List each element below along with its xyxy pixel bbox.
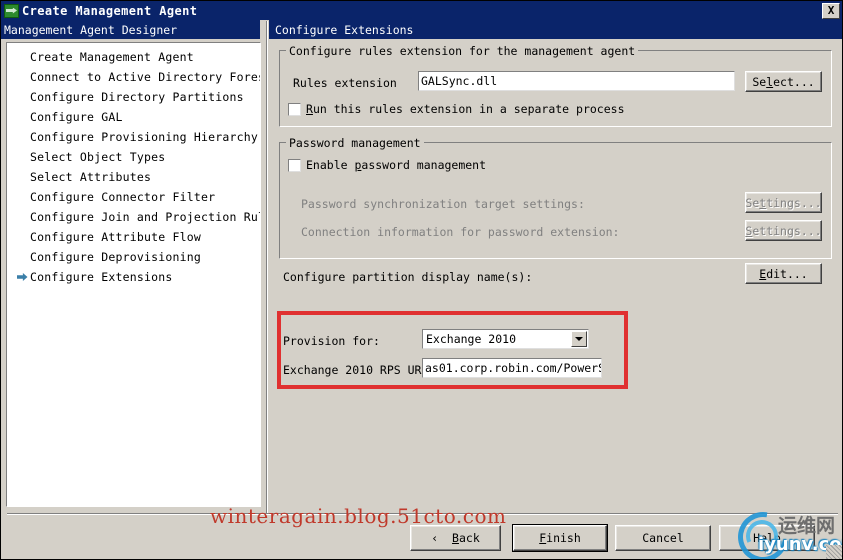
wizard-step-label: Configure Directory Partitions	[30, 90, 244, 104]
rules-extension-input[interactable]: GALSync.dll	[418, 71, 735, 91]
provision-for-select[interactable]: Exchange 2010	[422, 329, 589, 349]
finish-button[interactable]: Finish	[512, 524, 608, 552]
partition-display-name-label: Configure partition display name(s):	[283, 270, 533, 284]
wizard-step-label: Configure Join and Projection Rules	[30, 210, 261, 224]
wizard-step-label: Connect to Active Directory Forest	[30, 70, 261, 84]
enable-password-management-checkbox-row[interactable]: Enable password management	[288, 158, 486, 172]
back-button-label: ‹ Back	[431, 531, 480, 545]
run-separate-process-checkbox-row[interactable]: Run this rules extension in a separate p…	[288, 102, 625, 116]
create-management-agent-dialog: Create Management Agent X Management Age…	[0, 0, 843, 560]
chevron-down-icon[interactable]	[571, 331, 587, 347]
wizard-step[interactable]: Create Management Agent	[7, 47, 260, 67]
wizard-step-label: Select Object Types	[30, 150, 166, 164]
wizard-step-list[interactable]: Create Management Agent Connect to Activ…	[6, 42, 261, 507]
wizard-step[interactable]: Connect to Active Directory Forest	[7, 67, 260, 87]
rules-extension-group-title: Configure rules extension for the manage…	[286, 44, 639, 58]
chevron-left-icon: ‹	[431, 531, 439, 545]
select-rules-extension-button[interactable]: Select...	[745, 71, 822, 92]
wizard-step-label: Create Management Agent	[30, 50, 194, 64]
rps-uri-label: Exchange 2010 RPS URI:	[283, 363, 436, 377]
rps-uri-input[interactable]: as01.corp.robin.com/PowerShell	[422, 358, 602, 378]
wizard-step[interactable]: Configure Deprovisioning	[7, 247, 260, 267]
window-title: Create Management Agent	[22, 3, 198, 18]
wizard-step-configure-extensions[interactable]: Configure Extensions	[7, 267, 260, 287]
edit-button-label: Edit...	[759, 266, 808, 281]
current-step-arrow-icon	[14, 272, 30, 282]
help-button-label: Help	[753, 531, 781, 545]
settings-button-label: Settings...	[745, 223, 822, 238]
designer-pane-header: Management Agent Designer	[1, 20, 260, 39]
wizard-step-label: Configure Deprovisioning	[30, 250, 201, 264]
wizard-step[interactable]: Configure Provisioning Hierarchy	[7, 127, 260, 147]
wizard-step-label: Configure GAL	[30, 110, 123, 124]
configure-extensions-pane-header: Configure Extensions	[269, 20, 842, 39]
provision-for-label: Provision for:	[283, 334, 380, 348]
wizard-step-label: Configure Extensions	[30, 270, 173, 284]
rules-extension-label: Rules extension	[293, 76, 397, 90]
select-button-label: Select...	[752, 74, 815, 89]
password-management-group-title: Password management	[286, 136, 424, 150]
password-sync-target-settings-button[interactable]: Settings...	[745, 192, 822, 213]
wizard-step[interactable]: Configure GAL	[7, 107, 260, 127]
provision-for-selected-value: Exchange 2010	[426, 332, 517, 346]
password-connection-info-label: Connection information for password exte…	[301, 225, 620, 239]
back-button[interactable]: ‹ Back	[410, 525, 501, 551]
password-connection-settings-button[interactable]: Settings...	[745, 220, 822, 241]
finish-button-label: Finish	[539, 531, 581, 545]
wizard-step[interactable]: Configure Directory Partitions	[7, 87, 260, 107]
help-button[interactable]: Help	[719, 525, 815, 551]
enable-password-management-checkbox[interactable]	[288, 158, 301, 172]
wizard-step[interactable]: Configure Join and Projection Rules	[7, 207, 260, 227]
wizard-step[interactable]: Configure Connector Filter	[7, 187, 260, 207]
wizard-step[interactable]: Select Object Types	[7, 147, 260, 167]
wizard-step-label: Configure Provisioning Hierarchy	[30, 130, 258, 144]
enable-password-management-label: Enable password management	[306, 158, 487, 172]
cancel-button[interactable]: Cancel	[615, 525, 711, 551]
run-separate-process-label: Run this rules extension in a separate p…	[306, 102, 625, 116]
run-separate-process-checkbox[interactable]	[288, 102, 301, 116]
wizard-step-label: Configure Connector Filter	[30, 190, 216, 204]
wizard-step[interactable]: Configure Attribute Flow	[7, 227, 260, 247]
configure-extensions-panel: Configure rules extension for the manage…	[269, 41, 842, 511]
settings-button-label: Settings...	[745, 195, 822, 210]
wizard-step[interactable]: Select Attributes	[7, 167, 260, 187]
wizard-step-label: Select Attributes	[30, 170, 152, 184]
wizard-step-label: Configure Attribute Flow	[30, 230, 201, 244]
title-bar: Create Management Agent X	[1, 1, 842, 20]
cancel-button-label: Cancel	[642, 531, 684, 545]
resize-grip-icon[interactable]	[826, 545, 842, 559]
password-sync-target-label: Password synchronization target settings…	[301, 197, 585, 211]
pane-divider	[266, 21, 268, 513]
close-icon[interactable]: X	[822, 2, 840, 19]
agent-icon	[4, 3, 19, 18]
edit-partition-display-name-button[interactable]: Edit...	[745, 263, 822, 284]
